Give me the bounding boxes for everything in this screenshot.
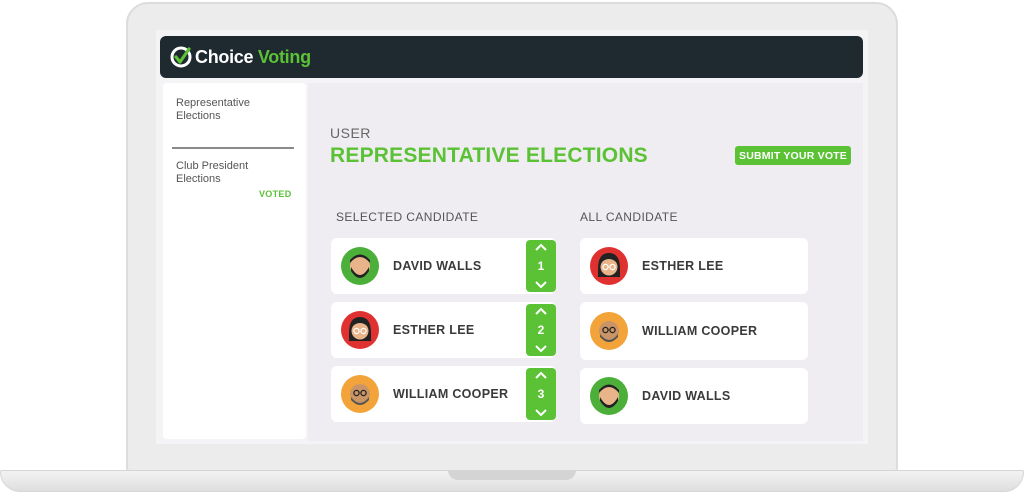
all-candidate-card[interactable]: WILLIAM COOPER xyxy=(580,302,808,360)
sidebar-item-club-president-elections[interactable]: Club President Elections xyxy=(176,160,294,186)
app-logo[interactable]: Choice Voting xyxy=(195,47,311,68)
checkmark-logo-icon xyxy=(170,46,192,68)
woman-glasses-avatar-icon xyxy=(341,311,379,349)
chevron-up-icon[interactable] xyxy=(534,306,548,316)
logo-text-voting: Voting xyxy=(253,46,311,67)
candidate-name: ESTHER LEE xyxy=(393,323,475,337)
rank-stepper[interactable]: 3 xyxy=(526,368,556,420)
all-candidate-card[interactable]: ESTHER LEE xyxy=(580,238,808,294)
page-title: REPRESENTATIVE ELECTIONS xyxy=(330,144,648,167)
candidate-name: DAVID WALLS xyxy=(642,389,731,403)
selected-candidate-card[interactable]: WILLIAM COOPER xyxy=(331,366,556,422)
laptop-notch xyxy=(448,470,576,480)
candidate-name: WILLIAM COOPER xyxy=(393,387,509,401)
chevron-up-icon[interactable] xyxy=(534,370,548,380)
bearded-man-avatar-icon xyxy=(590,377,628,415)
rank-number: 3 xyxy=(537,387,545,401)
bald-man-glasses-avatar-icon xyxy=(341,375,379,413)
rank-stepper[interactable]: 1 xyxy=(526,240,556,292)
user-label: USER xyxy=(330,125,371,141)
all-candidate-heading: ALL CANDIDATE xyxy=(580,210,678,224)
voted-badge: VOTED xyxy=(259,189,292,199)
chevron-down-icon[interactable] xyxy=(534,280,548,290)
selected-candidate-card[interactable]: DAVID WALLS xyxy=(331,238,556,294)
rank-number: 1 xyxy=(537,259,545,273)
chevron-up-icon[interactable] xyxy=(534,242,548,252)
selected-candidate-card[interactable]: ESTHER LEE xyxy=(331,302,556,358)
rank-number: 2 xyxy=(537,323,545,337)
candidate-name: ESTHER LEE xyxy=(642,259,724,273)
bald-man-glasses-avatar-icon xyxy=(590,312,628,350)
sidebar-active-divider xyxy=(172,147,294,149)
candidate-name: DAVID WALLS xyxy=(393,259,482,273)
bearded-man-avatar-icon xyxy=(341,247,379,285)
chevron-down-icon[interactable] xyxy=(534,408,548,418)
selected-candidate-heading: SELECTED CANDIDATE xyxy=(336,210,479,224)
candidate-name: WILLIAM COOPER xyxy=(642,324,758,338)
app-header: Choice Voting xyxy=(160,36,863,78)
sidebar: Representative Elections Club President … xyxy=(163,83,306,439)
chevron-down-icon[interactable] xyxy=(534,344,548,354)
all-candidate-card[interactable]: DAVID WALLS xyxy=(580,368,808,424)
submit-vote-button[interactable]: SUBMIT YOUR VOTE xyxy=(735,146,851,165)
logo-text-choice: Choice xyxy=(195,46,254,67)
sidebar-item-representative-elections[interactable]: Representative Elections xyxy=(176,97,294,123)
rank-stepper[interactable]: 2 xyxy=(526,304,556,356)
woman-glasses-avatar-icon xyxy=(590,247,628,285)
